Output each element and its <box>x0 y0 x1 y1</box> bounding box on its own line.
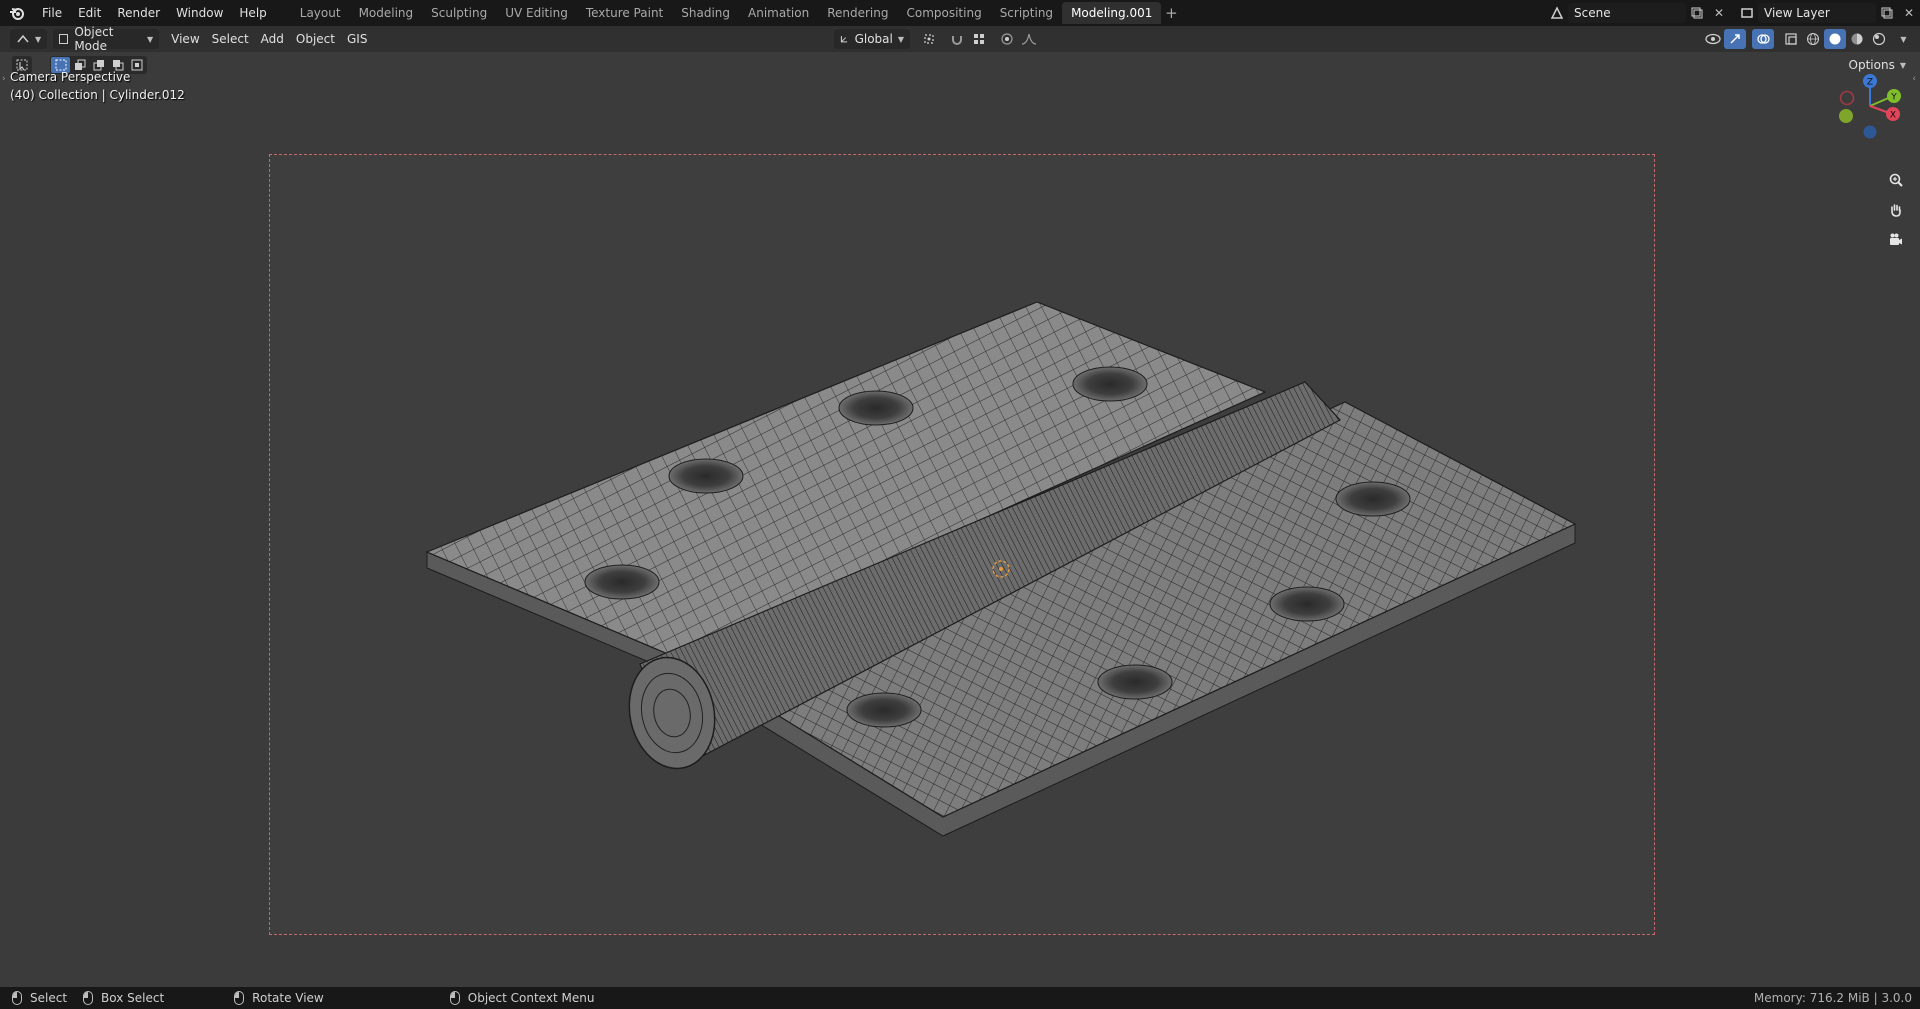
screw-hole <box>1269 586 1345 622</box>
shading-options-icon[interactable]: ▼ <box>1890 29 1912 49</box>
view-layer-name: View Layer <box>1764 6 1830 20</box>
tab-scripting[interactable]: Scripting <box>991 2 1062 24</box>
tab-sculpting[interactable]: Sculpting <box>422 2 496 24</box>
memory-status: Memory: 716.2 MiB | 3.0.0 <box>1753 991 1912 1005</box>
status-select-label: Select <box>30 991 68 1005</box>
wireframe-shading-icon[interactable] <box>1802 29 1824 49</box>
mode-dropdown[interactable]: Object Mode ▼ <box>53 25 160 53</box>
editor-type-icon <box>17 34 29 43</box>
close-view-layer-icon[interactable]: ✕ <box>1898 3 1920 23</box>
rendered-shading-icon[interactable] <box>1868 29 1890 49</box>
menu-help[interactable]: Help <box>231 0 274 26</box>
status-select: Select <box>12 991 67 1005</box>
chevron-down-icon: ▼ <box>35 34 42 44</box>
tab-uv-editing[interactable]: UV Editing <box>496 2 577 24</box>
status-rotate-view-label: Rotate View <box>252 991 324 1005</box>
tab-modeling[interactable]: Modeling <box>350 2 423 24</box>
visibility-icon[interactable] <box>1702 29 1724 49</box>
status-box-select-label: Box Select <box>101 991 165 1005</box>
blender-logo-icon[interactable] <box>0 0 34 26</box>
hinge-model[interactable] <box>0 52 1920 987</box>
screw-hole <box>1072 366 1148 402</box>
menu-view[interactable]: View <box>165 29 205 49</box>
menu-object[interactable]: Object <box>290 29 341 49</box>
top-bar: File Edit Render Window Help Layout Mode… <box>0 0 1920 26</box>
left-mouse-icon <box>12 991 22 1005</box>
new-scene-icon[interactable] <box>1686 3 1708 23</box>
screw-hole <box>1335 481 1411 517</box>
snap-target-icon[interactable] <box>968 29 990 49</box>
screw-hole <box>838 390 914 426</box>
menu-window[interactable]: Window <box>168 0 231 26</box>
tab-animation[interactable]: Animation <box>739 2 818 24</box>
view-layer-icon[interactable] <box>1736 3 1758 23</box>
overlays-toggle-icon[interactable] <box>1752 29 1774 49</box>
screw-hole <box>584 564 660 600</box>
3d-viewport[interactable]: Options ▼ › ‹ Camera Perspective (40) Co… <box>0 52 1920 987</box>
scene-selector-icon[interactable] <box>1546 3 1568 23</box>
new-view-layer-icon[interactable] <box>1876 3 1898 23</box>
tab-compositing[interactable]: Compositing <box>897 2 990 24</box>
transform-controls: Global ▼ <box>834 29 1040 49</box>
menu-edit[interactable]: Edit <box>70 0 109 26</box>
material-shading-icon[interactable] <box>1846 29 1868 49</box>
orientation-dropdown[interactable]: Global ▼ <box>834 29 910 49</box>
orientation-label: Global <box>854 32 893 46</box>
viewport-header: ▼ Object Mode ▼ View Select Add Object G… <box>0 25 1920 53</box>
close-scene-icon[interactable]: ✕ <box>1708 3 1730 23</box>
orientation-icon <box>840 36 848 43</box>
tab-texture-paint[interactable]: Texture Paint <box>577 2 672 24</box>
screw-hole <box>846 692 922 728</box>
tab-layout[interactable]: Layout <box>291 2 350 24</box>
snap-toggle-icon[interactable] <box>946 29 968 49</box>
object-mode-icon <box>59 34 69 44</box>
status-bar: Select Box Select Rotate View Object Con… <box>0 987 1920 1009</box>
scene-name: Scene <box>1574 6 1611 20</box>
chevron-down-icon: ▼ <box>147 34 154 44</box>
drag-mouse-icon <box>83 991 94 1005</box>
xray-toggle-icon[interactable] <box>1780 29 1802 49</box>
workspace-tabs: Layout Modeling Sculpting UV Editing Tex… <box>291 0 1182 26</box>
gizmo-toggle-icon[interactable] <box>1724 29 1746 49</box>
add-workspace-button[interactable]: + <box>1161 4 1181 22</box>
status-rotate-view: Rotate View <box>234 991 324 1005</box>
falloff-curve-icon[interactable] <box>1018 29 1040 49</box>
pivot-point-icon[interactable] <box>918 29 940 49</box>
tab-modeling-001[interactable]: Modeling.001 <box>1062 2 1162 24</box>
chevron-down-icon: ▼ <box>897 34 904 44</box>
mode-label: Object Mode <box>74 25 114 53</box>
screw-hole <box>1097 664 1173 700</box>
viewport-display-controls: ▼ <box>1702 29 1912 49</box>
menu-file[interactable]: File <box>34 0 70 26</box>
menu-select[interactable]: Select <box>206 29 255 49</box>
editor-type-dropdown[interactable]: ▼ <box>10 29 48 49</box>
solid-shading-icon[interactable] <box>1824 29 1846 49</box>
tab-shading[interactable]: Shading <box>672 2 739 24</box>
middle-mouse-icon <box>234 991 245 1005</box>
view-layer-field[interactable]: View Layer <box>1758 3 1876 23</box>
proportional-editing-icon[interactable] <box>996 29 1018 49</box>
status-context-menu: Object Context Menu <box>449 991 595 1005</box>
status-context-menu-label: Object Context Menu <box>467 991 595 1005</box>
tab-rendering[interactable]: Rendering <box>818 2 897 24</box>
menu-gis[interactable]: GIS <box>341 29 373 49</box>
screw-hole <box>668 458 744 494</box>
status-box-select: Box Select <box>83 991 164 1005</box>
menu-add[interactable]: Add <box>255 29 290 49</box>
menu-render[interactable]: Render <box>109 0 168 26</box>
scene-name-field[interactable]: Scene <box>1568 3 1686 23</box>
scene-controls: Scene ✕ View Layer ✕ <box>1546 0 1920 26</box>
right-mouse-icon <box>449 991 460 1005</box>
